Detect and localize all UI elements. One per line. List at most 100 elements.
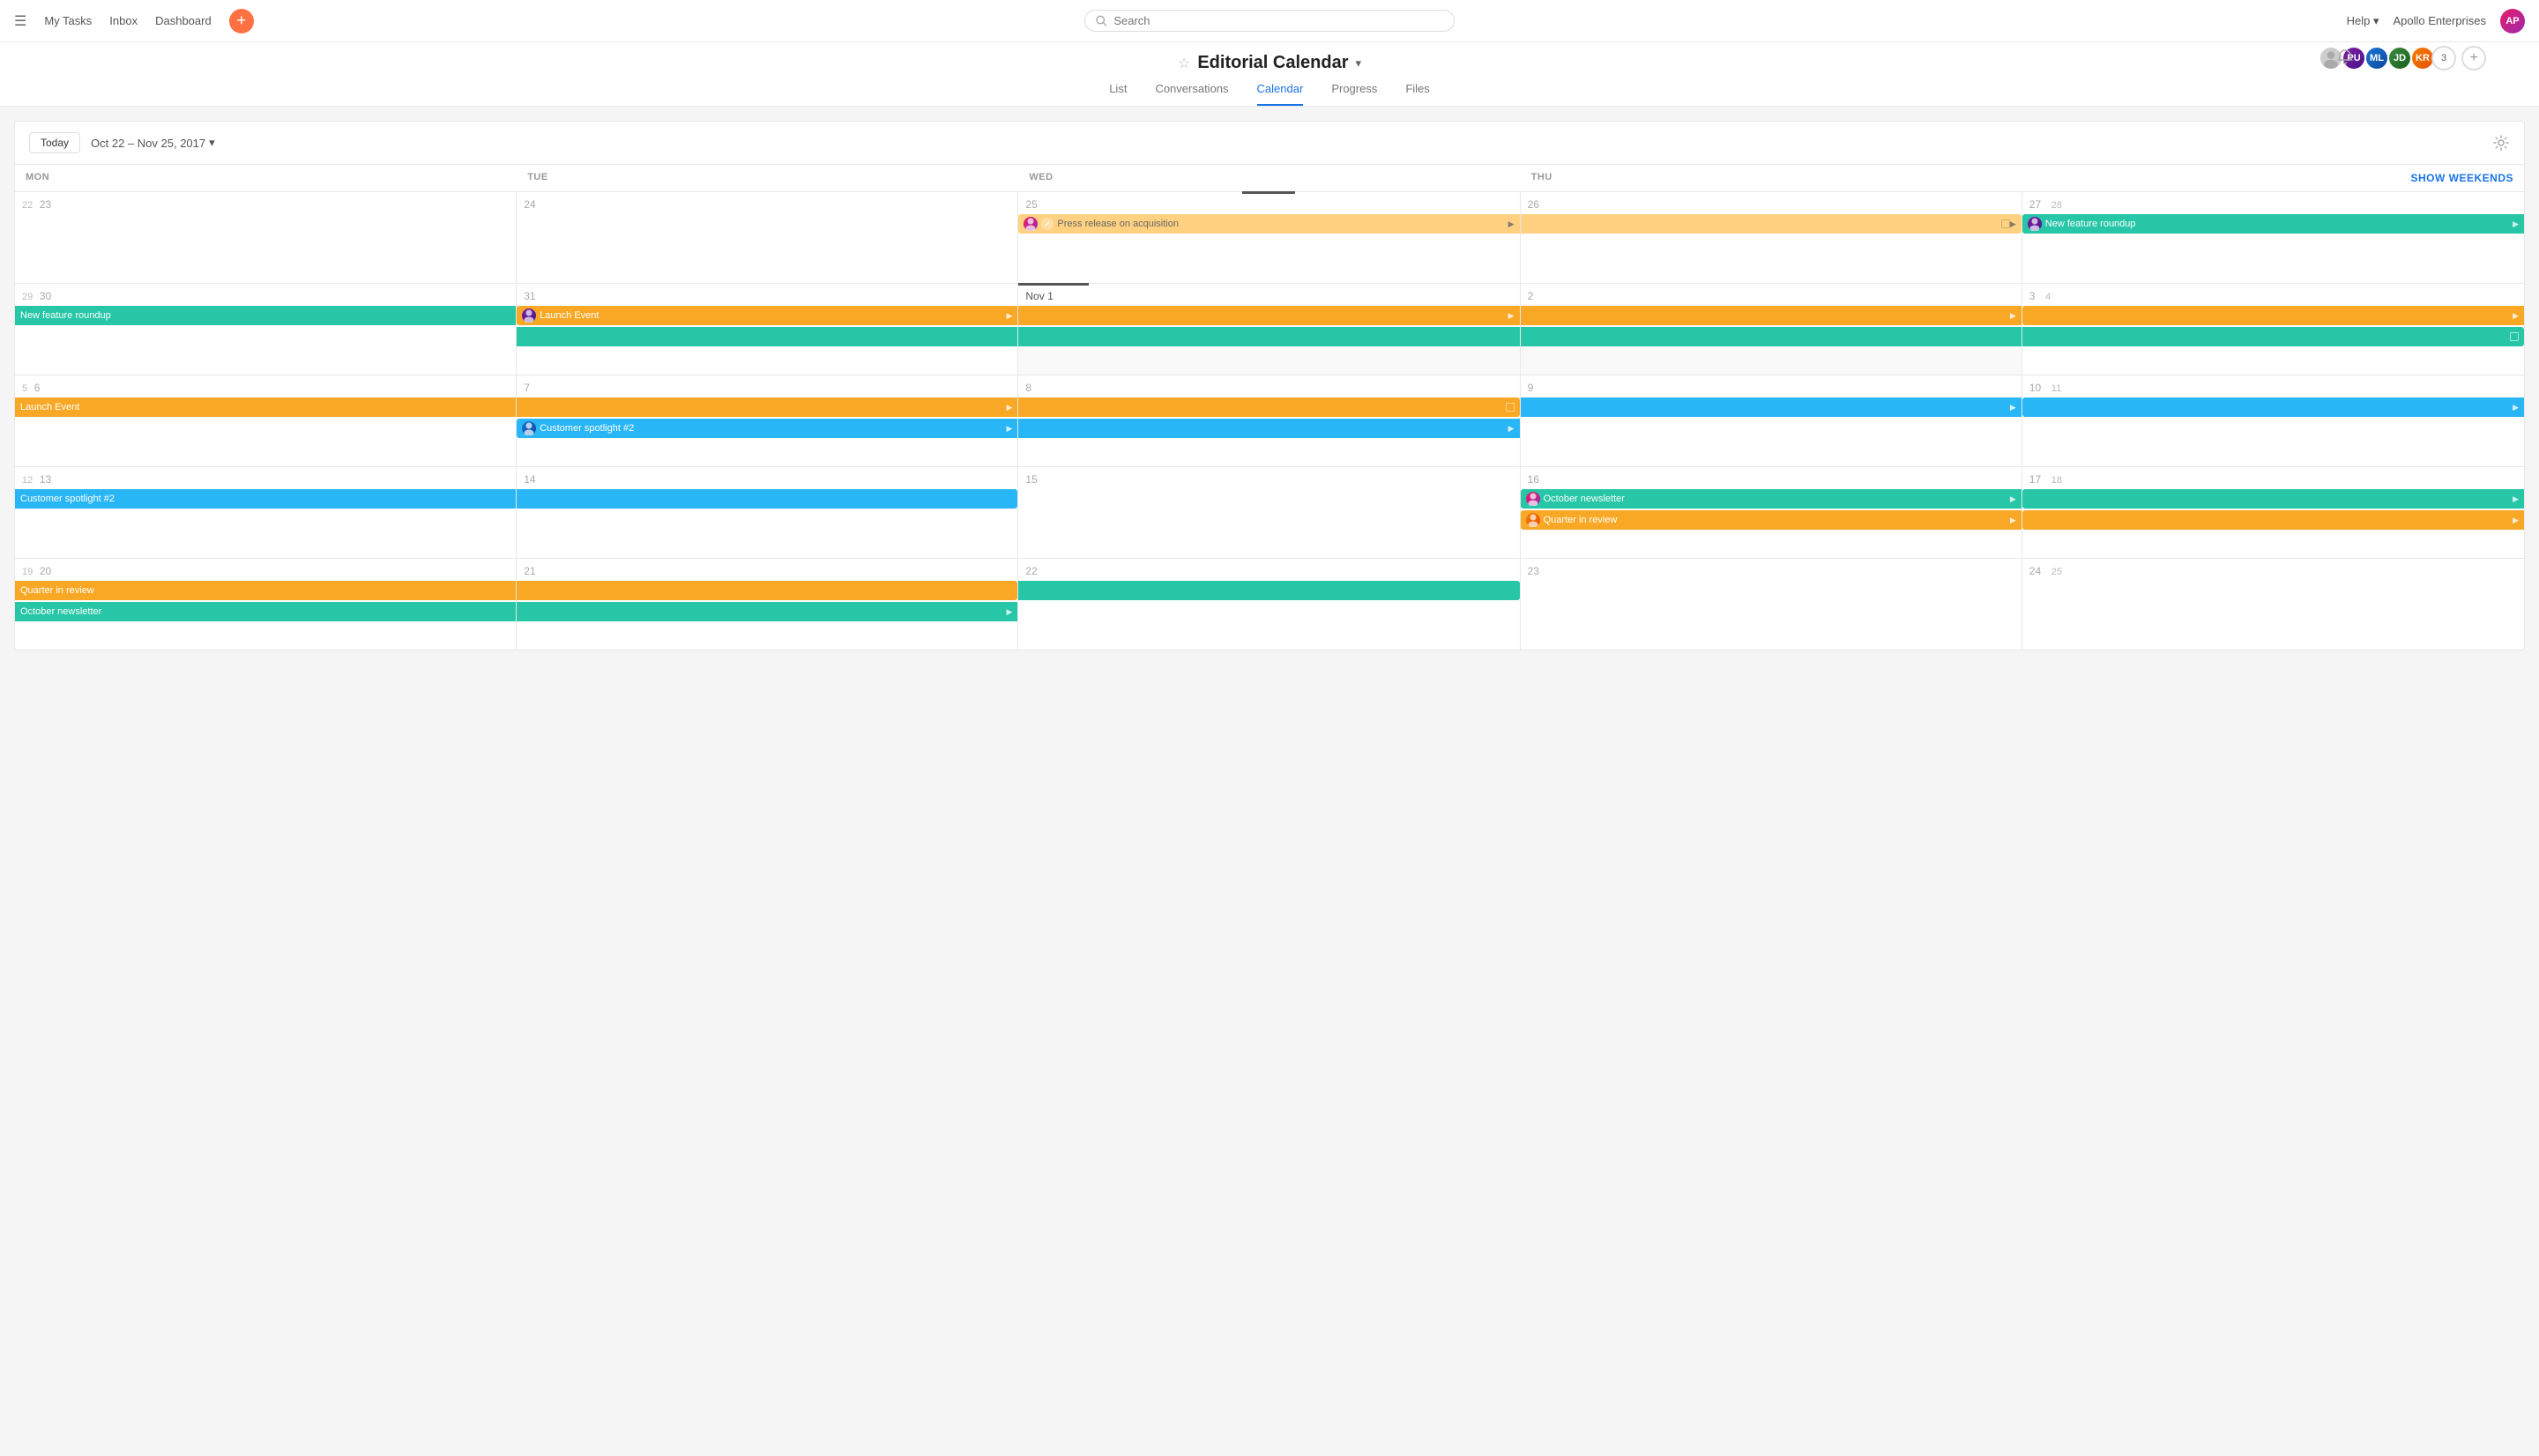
search-bar[interactable] <box>1084 10 1455 32</box>
new-feature-event-w2-tue[interactable] <box>517 327 1017 346</box>
customer-spotlight-w4-tue[interactable] <box>517 489 1017 509</box>
october-newsletter-w5-wed[interactable] <box>1018 581 1519 600</box>
week5-events: Quarter in review October newsletter <box>15 579 2524 650</box>
week-row-4: 12 13 14 15 16 17 18 Customer spotlight … <box>15 467 2524 559</box>
day-header-wed: WED <box>1018 165 1520 191</box>
today-button[interactable]: Today <box>29 132 80 153</box>
member-count[interactable]: 3 <box>2431 46 2456 71</box>
week3-thu <box>1521 396 2022 466</box>
new-feature-event-w1[interactable]: New feature roundup <box>2022 214 2524 234</box>
week1-tue <box>517 212 1018 283</box>
date-nov24: 24 25 <box>2022 559 2524 579</box>
nav-left: ☰ My Tasks Inbox Dashboard + <box>14 9 1084 33</box>
new-feature-event-w2-wed[interactable] <box>1018 327 1519 346</box>
week2-wed <box>1018 304 1520 375</box>
date-range[interactable]: Oct 22 – Nov 25, 2017 ▾ <box>91 136 215 150</box>
week1-mon <box>15 212 517 283</box>
quarter-review-w5-tue[interactable] <box>517 581 1017 600</box>
day-header-tue: TUE <box>517 165 1018 191</box>
dashboard-link[interactable]: Dashboard <box>155 14 212 27</box>
nav-right: Help ▾ Apollo Enterprises AP <box>1455 9 2525 33</box>
settings-icon[interactable] <box>2492 134 2510 152</box>
week3-fri <box>2022 396 2524 466</box>
press-release-event-cont[interactable] <box>1521 214 2022 234</box>
october-newsletter-w5-tue[interactable] <box>517 602 1017 621</box>
inbox-link[interactable]: Inbox <box>109 14 138 27</box>
launch-event-w2-wed[interactable] <box>1018 306 1519 325</box>
customer-spotlight-w3-thu[interactable] <box>1521 397 2022 417</box>
tab-progress[interactable]: Progress <box>1331 82 1377 106</box>
org-name[interactable]: Apollo Enterprises <box>2394 14 2487 27</box>
member-avatar-4[interactable]: JD <box>2387 46 2412 71</box>
week-row-5: 19 20 21 22 23 24 25 Quarter in review <box>15 559 2524 650</box>
toolbar-left: Today Oct 22 – Nov 25, 2017 ▾ <box>29 132 215 153</box>
tab-calendar[interactable]: Calendar <box>1257 82 1304 106</box>
date-nov8: 8 <box>1018 375 1520 396</box>
show-weekends-button[interactable]: Show weekends <box>2022 165 2524 191</box>
customer-spotlight-w4-mon[interactable]: Customer spotlight #2 <box>15 489 516 509</box>
launch-event-w3-wed[interactable] <box>1018 397 1519 417</box>
october-newsletter-w5-mon[interactable]: October newsletter <box>15 602 516 621</box>
week1-thu <box>1521 212 2022 283</box>
customer-spotlight-w3-fri[interactable] <box>2022 397 2524 417</box>
date-nov23: 23 <box>1521 559 2022 579</box>
launch-event-w3-tue[interactable] <box>517 397 1017 417</box>
tab-conversations[interactable]: Conversations <box>1155 82 1228 106</box>
add-button[interactable]: + <box>229 9 254 33</box>
quarter-review-w4[interactable]: Quarter in review <box>1521 510 2022 530</box>
week3-dates: 5 6 7 8 9 10 11 <box>15 375 2524 396</box>
date-nov2: 2 <box>1521 284 2022 304</box>
launch-event-w3-mon[interactable]: Launch Event <box>15 397 516 417</box>
week4-events: Customer spotlight #2 October newsletter <box>15 487 2524 558</box>
week3-events: Launch Event Customer spotlight #2 <box>15 396 2524 466</box>
october-newsletter-label-w5: October newsletter <box>20 606 101 617</box>
calendar-container: Today Oct 22 – Nov 25, 2017 ▾ MON TUE WE… <box>14 121 2525 650</box>
date-nov3: 3 4 <box>2022 284 2524 304</box>
tab-files[interactable]: Files <box>1405 82 1429 106</box>
date-nov7: 7 <box>517 375 1018 396</box>
new-feature-event-w2-thu[interactable] <box>1521 327 2022 346</box>
customer-spotlight-w3-wed[interactable] <box>1018 419 1519 438</box>
project-dropdown-icon[interactable]: ▾ <box>1355 56 1361 71</box>
october-newsletter-w4-fri[interactable] <box>2022 489 2524 509</box>
quarter-review-w5-mon[interactable]: Quarter in review <box>15 581 516 600</box>
october-newsletter-w4[interactable]: October newsletter <box>1521 489 2022 509</box>
week4-thu: October newsletter Quarter in review <box>1521 487 2022 558</box>
date-oct22: 22 23 <box>15 192 517 212</box>
week2-thu <box>1521 304 2022 375</box>
week2-tue: Launch Event <box>517 304 1018 375</box>
date-nov5: 5 6 <box>15 375 517 396</box>
week1-wed: ✓ Press release on acquisition <box>1018 212 1520 283</box>
october-newsletter-label: October newsletter <box>1544 494 1625 504</box>
customer-spotlight-label-w4: Customer spotlight #2 <box>20 494 115 504</box>
calendar-day-headers: MON TUE WED THU Show weekends <box>15 165 2524 192</box>
week-row-1: 22 23 24 25 26 27 28 <box>15 192 2524 284</box>
launch-event-w2-fri[interactable] <box>2022 306 2524 325</box>
quarter-review-w4-fri[interactable] <box>2022 510 2524 530</box>
today-line <box>1018 283 1089 286</box>
search-input[interactable] <box>1113 14 1443 27</box>
project-header: ☆ Editorial Calendar ▾ PU ML JD KR 3 + L… <box>0 42 2539 107</box>
add-member-button[interactable]: + <box>2461 46 2486 71</box>
bell-icon[interactable] <box>2336 48 2354 66</box>
help-link[interactable]: Help ▾ <box>2347 14 2379 28</box>
customer-spotlight-w3[interactable]: Customer spotlight #2 <box>517 419 1017 438</box>
project-title-row: ☆ Editorial Calendar ▾ PU ML JD KR 3 + <box>0 53 2539 73</box>
week5-dates: 19 20 21 22 23 24 25 <box>15 559 2524 579</box>
date-oct31: 31 <box>517 284 1018 304</box>
launch-event-w2[interactable]: Launch Event <box>517 306 1017 325</box>
member-avatar-3[interactable]: ML <box>2364 46 2389 71</box>
press-release-event[interactable]: ✓ Press release on acquisition <box>1018 214 1519 234</box>
user-avatar[interactable]: AP <box>2500 9 2525 33</box>
new-feature-event-w2-fri[interactable] <box>2022 327 2524 346</box>
my-tasks-link[interactable]: My Tasks <box>44 14 92 27</box>
star-icon[interactable]: ☆ <box>1178 55 1190 72</box>
week3-wed <box>1018 396 1520 466</box>
hamburger-icon[interactable]: ☰ <box>14 12 26 30</box>
tab-list[interactable]: List <box>1109 82 1127 106</box>
launch-event-w2-thu[interactable] <box>1521 306 2022 325</box>
week4-tue <box>517 487 1018 558</box>
new-feature-event-w2-mon[interactable]: New feature roundup <box>15 306 516 325</box>
launch-event-label-w3: Launch Event <box>20 402 79 412</box>
launch-event-label-w2: Launch Event <box>540 310 599 321</box>
